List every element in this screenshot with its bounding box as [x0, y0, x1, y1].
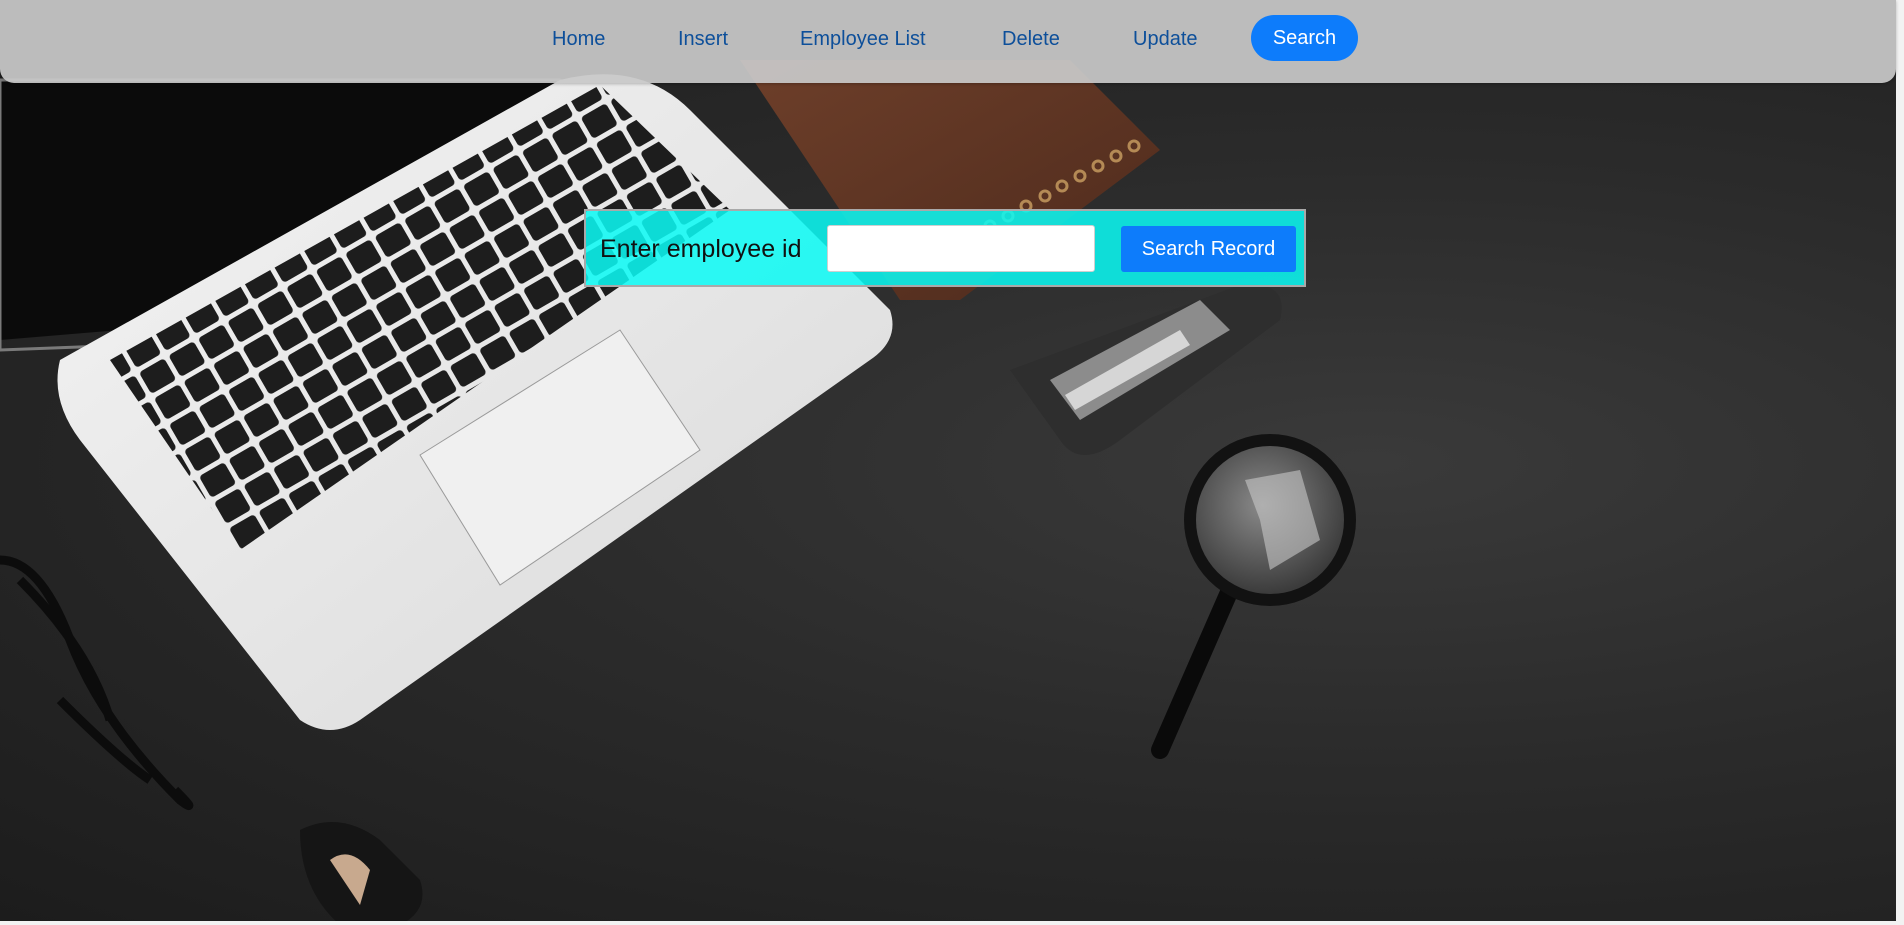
nav-insert-link[interactable]: Insert — [678, 28, 728, 51]
employee-id-input[interactable] — [827, 225, 1095, 272]
desk-scene — [0, 60, 1356, 925]
laptop-image — [0, 74, 893, 731]
nav-delete-link[interactable]: Delete — [1002, 28, 1060, 51]
background-desk-photo — [0, 0, 1904, 925]
page-right-edge — [1896, 0, 1904, 925]
employee-id-label: Enter employee id — [600, 235, 802, 263]
stapler-image — [1010, 284, 1282, 455]
search-record-button[interactable]: Search Record — [1121, 226, 1296, 272]
nav-employee-list-link[interactable]: Employee List — [800, 28, 926, 51]
nav-home-link[interactable]: Home — [552, 28, 605, 51]
eyeglasses-image — [0, 555, 194, 811]
nav-search-link-active[interactable]: Search — [1251, 15, 1358, 61]
page-bottom-edge — [0, 921, 1904, 925]
magnifying-glass-image — [1151, 434, 1356, 759]
top-navbar: Home Insert Employee List Delete Update … — [0, 0, 1896, 83]
staple-remover-image — [300, 822, 423, 925]
search-employee-panel: Enter employee id Search Record — [584, 209, 1306, 287]
nav-update-link[interactable]: Update — [1133, 28, 1198, 51]
